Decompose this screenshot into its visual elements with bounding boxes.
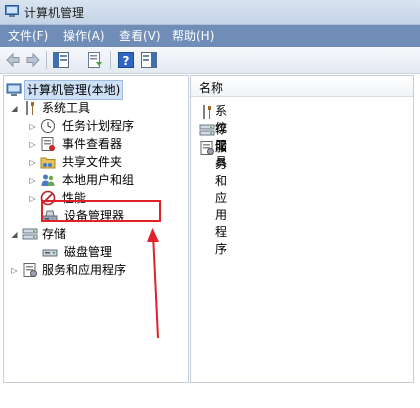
services-icon (200, 141, 214, 155)
results-pane: 名称 系统工具 存储 服务和应用程序 (190, 75, 414, 383)
menu-help[interactable]: 帮助(H) (172, 28, 214, 44)
help-icon[interactable]: ? (117, 51, 135, 69)
tree-label-system-tools: 系统工具 (42, 101, 91, 115)
menu-action[interactable]: 操作(A) (63, 28, 105, 44)
back-arrow-icon[interactable] (4, 51, 22, 69)
tree-label-disk-management: 磁盘管理 (64, 245, 113, 259)
tree-label-local-users: 本地用户和组 (62, 173, 135, 187)
tree-label-shared-folders: 共享文件夹 (62, 155, 123, 169)
tree-item-root[interactable]: 计算机管理(本地) (4, 80, 184, 100)
tools-icon (203, 105, 211, 119)
users-icon (41, 174, 55, 186)
show-hide-action-pane-icon[interactable] (140, 51, 158, 69)
disk-management-icon (42, 249, 58, 257)
computer-management-window: 计算机管理 文件(F) 操作(A) 查看(V) 帮助(H) ? 计算机管理(本地… (0, 0, 420, 408)
tree-label-root: 计算机管理(本地) (24, 80, 124, 100)
list-item-label: 服务和应用程序 (215, 140, 228, 256)
console-tree-pane: 计算机管理(本地) ◢ 系统工具 ▷ 任务计划程序 ▷ 事件查看器 ▷ 共享文件… (3, 75, 189, 383)
storage-icon (22, 228, 38, 240)
computer-management-icon (6, 83, 22, 96)
services-icon (23, 263, 37, 277)
menu-view[interactable]: 查看(V) (119, 28, 161, 44)
menu-file[interactable]: 文件(F) (8, 28, 48, 44)
tree-label-services-apps: 服务和应用程序 (42, 263, 127, 277)
storage-icon (199, 124, 215, 136)
tree-label-event-viewer: 事件查看器 (62, 137, 123, 151)
shared-folder-icon (40, 157, 56, 169)
tree-label-storage: 存储 (42, 227, 67, 241)
column-header-name[interactable]: 名称 (191, 76, 413, 97)
title-bar: 计算机管理 (0, 0, 420, 25)
console-tree-icon[interactable] (52, 51, 70, 69)
collapse-arrow-icon[interactable]: ◢ (10, 230, 19, 239)
expand-arrow-icon[interactable]: ▷ (10, 266, 19, 275)
toolbar: ? (0, 47, 420, 74)
export-list-icon[interactable] (86, 51, 104, 69)
svg-text:?: ? (123, 54, 130, 68)
toolbar-separator (110, 51, 111, 69)
toolbar-separator (46, 51, 47, 69)
expand-arrow-icon[interactable]: ▷ (28, 176, 37, 185)
forward-arrow-icon[interactable] (24, 51, 42, 69)
tools-icon (26, 101, 34, 115)
event-viewer-icon (41, 137, 55, 151)
collapse-arrow-icon[interactable]: ◢ (10, 104, 19, 113)
window-bottom (0, 384, 420, 408)
expand-arrow-icon[interactable]: ▷ (28, 194, 37, 203)
menu-bar: 文件(F) 操作(A) 查看(V) 帮助(H) (0, 25, 420, 47)
window-title: 计算机管理 (24, 6, 85, 20)
computer-management-icon (5, 5, 19, 17)
tree-label-task-scheduler: 任务计划程序 (62, 119, 135, 133)
column-header-label: 名称 (199, 81, 224, 95)
expand-arrow-icon[interactable]: ▷ (28, 122, 37, 131)
highlight-box (41, 200, 161, 222)
expand-arrow-icon[interactable]: ▷ (28, 140, 37, 149)
expand-arrow-icon[interactable]: ▷ (28, 158, 37, 167)
clock-icon (41, 119, 55, 133)
